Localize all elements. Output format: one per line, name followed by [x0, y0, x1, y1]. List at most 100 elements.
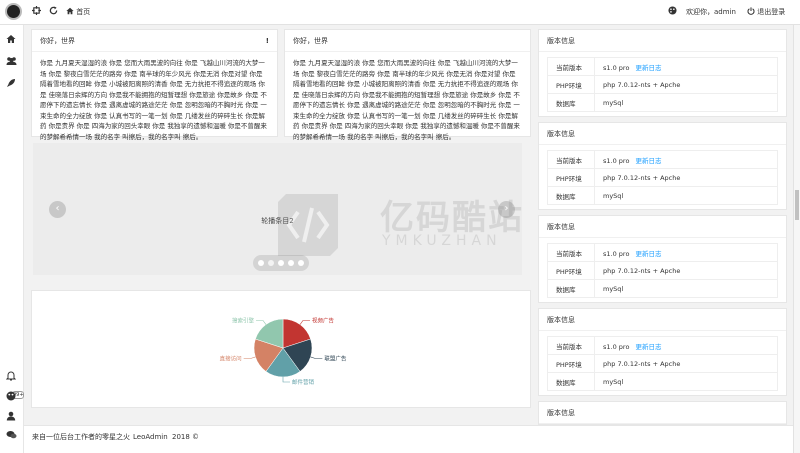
pie-leader-line — [310, 356, 323, 359]
row-value-cell: php 7.0.12-nts + Apche — [594, 75, 778, 94]
table-row: 当前版本 s1.0 pro 更新日志 — [547, 336, 778, 355]
row-key: 当前版本 — [547, 57, 595, 76]
row-value-cell: mySql — [594, 279, 778, 298]
scrollbar-thumb[interactable] — [795, 190, 799, 220]
card-header: 你好，世界 — [285, 30, 530, 52]
row-key: PHP环境 — [547, 75, 595, 94]
table-row: PHP环境 php 7.0.12-nts + Apche — [547, 75, 778, 94]
version-info-card: 版本信息 — [538, 401, 787, 425]
row-value: mySql — [603, 377, 624, 386]
row-value: mySql — [603, 191, 624, 200]
sidebar-theme-icon[interactable] — [6, 391, 18, 403]
top-bar: 首页 欢迎你，admin 退出登录 — [0, 0, 800, 25]
logo-icon[interactable] — [5, 3, 22, 20]
sidebar-home-icon[interactable] — [6, 34, 18, 46]
row-value-cell: s1.0 pro 更新日志 — [594, 243, 778, 262]
carousel-dot[interactable] — [268, 260, 274, 266]
footer-year: 2018 © — [172, 433, 200, 441]
row-value-cell: php 7.0.12-nts + Apche — [594, 168, 778, 187]
logout-button[interactable]: 退出登录 — [747, 6, 785, 18]
row-key: 数据库 — [547, 279, 595, 298]
card-title: 你好，世界 — [293, 37, 328, 45]
pie-label: 搜索引擎 — [232, 316, 255, 324]
sidebar: 99+ — [0, 25, 24, 453]
theme-icon[interactable] — [668, 6, 677, 18]
card-title: 版本信息 — [547, 223, 575, 231]
table-row: 数据库 mySql — [547, 372, 778, 391]
row-value: mySql — [603, 98, 624, 107]
table-row: 当前版本 s1.0 pro 更新日志 — [547, 150, 778, 169]
row-key: PHP环境 — [547, 168, 595, 187]
table-row: 数据库 mySql — [547, 186, 778, 205]
scrollbar[interactable] — [793, 25, 800, 453]
sidebar-rocket-icon[interactable] — [6, 78, 18, 90]
sidebar-chat-icon[interactable] — [6, 430, 18, 442]
table-row: 数据库 mySql — [547, 279, 778, 298]
changelog-link[interactable]: 更新日志 — [635, 157, 661, 165]
version-table: 当前版本 s1.0 pro 更新日志 PHP环境 php 7.0.12-nts + Ap… — [547, 57, 778, 112]
pie-leader-line — [282, 377, 290, 383]
welcome-text: 欢迎你，admin — [686, 8, 736, 16]
row-value: s1.0 pro — [603, 249, 630, 258]
pie-label: 直接访问 — [220, 355, 242, 363]
card-header: 版本信息 — [539, 402, 786, 424]
card-header: 你好，世界 ! — [32, 30, 277, 52]
carousel-dot[interactable] — [278, 260, 284, 266]
card-title: 版本信息 — [547, 409, 575, 417]
row-value: php 7.0.12-nts + Apche — [603, 266, 681, 275]
row-key: 当前版本 — [547, 150, 595, 169]
row-key: 当前版本 — [547, 243, 595, 262]
card-body: 你是 九月夏天湿湿的浪 你是 您而大雨黑波的向往 你是 飞越山川河流的大梦一场 … — [40, 59, 267, 141]
row-key: 数据库 — [547, 93, 595, 112]
changelog-link[interactable]: 更新日志 — [635, 250, 661, 258]
carousel-dot[interactable] — [288, 260, 294, 266]
card-body: 你是 九月夏天湿湿的浪 你是 您而大雨黑波的向往 你是 飞越山川河流的大梦一场 … — [293, 59, 520, 141]
table-row: PHP环境 php 7.0.12-nts + Apche — [547, 168, 778, 187]
row-value-cell: php 7.0.12-nts + Apche — [594, 261, 778, 280]
row-key: 当前版本 — [547, 336, 595, 355]
shrink-icon[interactable] — [32, 6, 41, 18]
table-row: 数据库 mySql — [547, 93, 778, 112]
changelog-link[interactable]: 更新日志 — [635, 343, 661, 351]
footer: 来自一位后台工作者的零星之火 LeoAdmin 2018 © — [24, 425, 793, 453]
pie-chart: 视频广告联盟广告邮件营销 直接访问 搜索引擎 — [220, 316, 347, 386]
carousel-dot[interactable] — [258, 260, 264, 266]
home-nav-tab[interactable]: 首页 — [66, 6, 90, 18]
watermark-logo-icon — [278, 194, 338, 256]
version-info-card: 版本信息 当前版本 s1.0 pro 更新日志 PHP环境 php 7.0.12-nts … — [538, 215, 787, 303]
home-tab-label: 首页 — [76, 8, 91, 16]
carousel-dot[interactable] — [298, 260, 304, 266]
hello-card-right: 你好，世界 你是 九月夏天湿湿的浪 你是 您而大雨黑波的向往 你是 飞越山川河流… — [284, 29, 531, 141]
row-value: php 7.0.12-nts + Apche — [603, 359, 681, 368]
sidebar-bell-icon[interactable] — [5, 371, 18, 383]
watermark-brand: 亿码酷站 — [380, 198, 524, 238]
row-value: s1.0 pro — [603, 342, 630, 351]
row-value-cell: s1.0 pro 更新日志 — [594, 336, 778, 355]
table-row: PHP环境 php 7.0.12-nts + Apche — [547, 354, 778, 373]
pie-leader-line — [299, 320, 310, 325]
card-header: 版本信息 — [539, 216, 786, 238]
card-alert-icon: ! — [265, 37, 269, 45]
hello-card-left: 你好，世界 ! 你是 九月夏天湿湿的浪 你是 您而大雨黑波的向往 你是 飞越山川… — [31, 29, 278, 141]
version-table: 当前版本 s1.0 pro 更新日志 PHP环境 php 7.0.12-nts + Ap… — [547, 336, 778, 391]
row-value: php 7.0.12-nts + Apche — [603, 80, 681, 89]
pie-leader-line — [256, 320, 267, 325]
row-key: PHP环境 — [547, 354, 595, 373]
pie-leader-line — [243, 356, 256, 359]
sidebar-user-icon[interactable] — [6, 411, 18, 423]
card-header: 版本信息 — [539, 30, 786, 52]
pie-chart-card: 视频广告 联盟广告 邮件营销 直接访问 搜索引擎 — [31, 290, 531, 408]
card-title: 版本信息 — [547, 316, 575, 324]
changelog-link[interactable]: 更新日志 — [635, 64, 661, 72]
version-info-card: 版本信息 当前版本 s1.0 pro 更新日志 PHP环境 php 7.0.12-nts … — [538, 29, 787, 117]
version-table: 当前版本 s1.0 pro 更新日志 PHP环境 php 7.0.12-nts + Ap… — [547, 150, 778, 205]
logout-label: 退出登录 — [757, 8, 786, 16]
pie-label: 邮件营销 — [292, 378, 315, 386]
sidebar-users-icon[interactable] — [6, 56, 18, 68]
row-value: mySql — [603, 284, 624, 293]
footer-slogan: 来自一位后台工作者的零星之火 — [32, 433, 130, 441]
watermark-sub: YMKUZHAN — [382, 233, 502, 249]
refresh-icon[interactable] — [49, 6, 58, 18]
row-value: s1.0 pro — [603, 156, 630, 165]
watermark: 亿码酷站 YMKUZHAN — [278, 190, 538, 260]
